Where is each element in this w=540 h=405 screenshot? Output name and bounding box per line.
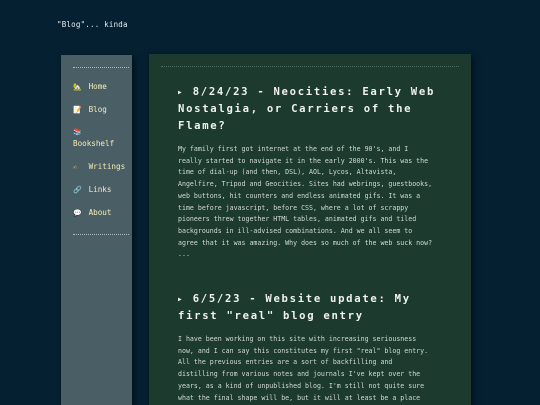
house-icon: 🏡 (73, 83, 82, 91)
blog-post: ▶ 6/5/23 - Website update: My first "rea… (178, 291, 448, 404)
link-icon: 🔗 (73, 185, 82, 194)
post-title-line: 8/24/23 - Neocities: Early Web (192, 86, 436, 98)
sidebar-item-label: Writings (88, 161, 126, 171)
triangle-right-icon: ▶ (178, 296, 182, 303)
post-title-line: first "real" blog entry (178, 310, 364, 322)
post-excerpt-line: agree that it was amazing. Why does so m… (178, 238, 433, 247)
post-excerpt-line: My family first got internet at the end … (178, 145, 409, 153)
post-excerpt-line: Angelfire, Tripod and Geocities. Sites h… (178, 180, 433, 189)
post-title-line: Nostalgia, or Carriers of the (178, 103, 413, 115)
sidebar-item-links[interactable]: 🔗 Links (73, 184, 130, 196)
content-divider-top (161, 66, 459, 67)
sidebar-item-label: Bookshelf (73, 139, 115, 149)
post-excerpt: My family first got internet at the end … (178, 144, 448, 261)
post-excerpt-line: really started to navigate it in the ear… (178, 156, 429, 165)
blog-content: ▶ 8/24/23 - Neocities: Early Web Nostalg… (149, 54, 471, 405)
speech-bubble-icon: 💬 (73, 208, 82, 217)
writing-hand-icon: ✍ (73, 162, 78, 171)
site-title[interactable]: "Blog"... kinda (57, 20, 128, 29)
sidebar-item-home[interactable]: 🏡 Home (73, 81, 130, 93)
sidebar-item-label: Links (88, 184, 112, 194)
post-excerpt-line: pioneers threw together HTML tables, ani… (178, 215, 417, 224)
triangle-right-icon: ▶ (178, 89, 182, 96)
post-excerpt-line: now, and I can say this constitutes my f… (178, 346, 429, 355)
post-title-link[interactable]: ▶ 8/24/23 - Neocities: Early Web Nostalg… (178, 84, 448, 135)
post-title-line: 6/5/23 - Website update: My (192, 293, 411, 305)
sidebar-item-writings[interactable]: ✍ Writings (73, 161, 130, 173)
sidebar-item-blog[interactable]: 📝 Blog (73, 104, 130, 116)
post-excerpt-line: time before javascript, before CSS, wher… (178, 203, 409, 212)
sidebar-divider-top (73, 67, 129, 68)
page: "Blog"... kinda 🏡 Home 📝 Blog 📚 Bookshel… (0, 0, 540, 405)
post-excerpt-line: time of dial-up (and then, DSL), AOL, Ly… (178, 168, 397, 177)
post-excerpt-line: years, as a kind of unpublished blog. I'… (178, 381, 425, 390)
post-excerpt: I have been working on this site with in… (178, 334, 448, 404)
post-excerpt-line: backgrounds in ill-advised combinations.… (178, 226, 413, 235)
memo-icon: 📝 (73, 106, 82, 115)
sidebar-divider-bottom (73, 234, 129, 235)
sidebar-nav: 🏡 Home 📝 Blog 📚 Bookshelf ✍ Writings 🔗 L… (73, 81, 130, 230)
post-title-line: Flame? (178, 120, 227, 132)
blog-post: ▶ 8/24/23 - Neocities: Early Web Nostalg… (178, 84, 448, 261)
sidebar-item-label: About (88, 207, 112, 217)
post-excerpt-line: what the final shape will be, but it wil… (178, 393, 421, 402)
sidebar-item-label: Home (88, 82, 107, 91)
post-excerpt-line: I have been working on this site with in… (178, 335, 417, 343)
post-title-link[interactable]: ▶ 6/5/23 - Website update: My first "rea… (178, 291, 448, 325)
read-more-ellipsis: ... (178, 250, 190, 259)
post-excerpt-line: web buttons, hit counters and endless an… (178, 191, 421, 200)
sidebar-item-label: Blog (88, 105, 107, 115)
sidebar-item-bookshelf[interactable]: 📚 Bookshelf (73, 127, 130, 149)
post-excerpt-line: All the previous entries are a sort of b… (178, 358, 393, 367)
sidebar-item-about[interactable]: 💬 About (73, 207, 130, 219)
books-icon: 📚 (73, 128, 82, 137)
post-excerpt-line: distilling from various notes and journa… (178, 370, 421, 379)
sidebar: 🏡 Home 📝 Blog 📚 Bookshelf ✍ Writings 🔗 L… (61, 55, 132, 405)
